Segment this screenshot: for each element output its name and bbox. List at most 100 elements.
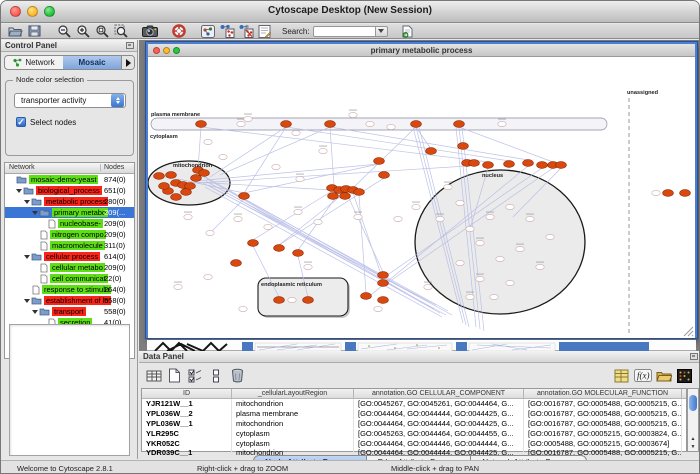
tree-node-count: 209(...	[104, 208, 125, 217]
destroy-network-view-icon[interactable]	[237, 24, 254, 38]
control-panel-title: Control Panel	[5, 41, 57, 50]
matrix-icon[interactable]	[675, 366, 694, 385]
select-nodes-checkbox[interactable]: ✓	[16, 117, 26, 127]
zoom-selected-icon[interactable]	[112, 24, 129, 38]
tree-row-macromolecule[interactable]: macromolecule311(0)	[5, 240, 134, 251]
network-canvas[interactable]: plasma membranecytoplasmmitochondrionnuc…	[148, 57, 695, 338]
column-header-cellularlayoutregion[interactable]: _cellularLayoutRegion	[232, 389, 354, 398]
table-row-ypl036w-1[interactable]: YPL036W__1mitochondrion[GO:0044464, GO:0…	[142, 419, 686, 429]
tab-overflow-button[interactable]	[121, 56, 134, 69]
minimized-windows-graphic	[147, 341, 696, 351]
delete-attribute-icon[interactable]	[228, 366, 247, 385]
open-session-icon[interactable]	[7, 24, 24, 38]
expand-arrow-icon[interactable]	[24, 299, 30, 303]
scrollbar-thumb[interactable]	[689, 395, 697, 411]
search-input[interactable]	[313, 26, 375, 37]
tree-row-metabolic-process[interactable]: metabolic process280(0)	[5, 196, 134, 207]
zoom-in-icon[interactable]	[74, 24, 91, 38]
float-data-panel-icon[interactable]	[690, 353, 698, 360]
tree-row-transport[interactable]: transport558(0)	[5, 306, 134, 317]
tree-label: nitrogen compo	[50, 230, 106, 239]
create-network-view-icon[interactable]	[218, 24, 235, 38]
table-row-yjr121w-1[interactable]: YJR121W__1mitochondrion[GO:0045267, GO:0…	[142, 399, 686, 409]
import-annotation-icon[interactable]	[399, 24, 416, 38]
float-panel-icon[interactable]	[126, 42, 134, 49]
table-row-ykr052c[interactable]: YKR052Ccytoplasm[GO:0044464, GO:0044446,…	[142, 438, 686, 448]
column-header-id[interactable]: ID	[142, 389, 232, 398]
table-row-ypl036w-2[interactable]: YPL036W__2plasma membrane[GO:0044464, GO…	[142, 409, 686, 419]
snapshot-icon[interactable]	[141, 24, 158, 38]
tree-row-cellular-process[interactable]: cellular process614(0)	[5, 251, 134, 262]
select-attributes-icon[interactable]	[186, 366, 205, 385]
column-header-annotation-go-molecular-function[interactable]: annotation.GO MOLECULAR_FUNCTION	[524, 389, 682, 398]
cell[interactable]: [GO:0045263, GO:0044464, GO:0044455, G..…	[354, 428, 524, 438]
help-icon[interactable]	[170, 24, 187, 38]
cell[interactable]: [GO:0044464, GO:0044446, GO:0044444, G..…	[354, 438, 524, 448]
cell[interactable]: [GO:0016787, GO:0005215, GO:0003824, G..…	[524, 428, 682, 438]
new-attribute-icon[interactable]	[165, 366, 184, 385]
cell[interactable]: mitochondrion	[232, 399, 354, 409]
tree-row-biological-process[interactable]: biological_process651(0)	[5, 185, 134, 196]
network-nodes-unselected[interactable]	[174, 109, 660, 311]
cell[interactable]: cytoplasm	[232, 428, 354, 438]
minimized-network-windows[interactable]	[147, 339, 696, 351]
cell[interactable]: [GO:0045267, GO:0045261, GO:0044464, G..…	[354, 399, 524, 409]
tab-network[interactable]: Network	[5, 56, 63, 69]
cell[interactable]: [GO:0005488, GO:0005215, GO:0003674]	[524, 438, 682, 448]
tab-mosaic[interactable]: Mosaic	[63, 56, 121, 69]
tree-col-network[interactable]: Network	[9, 164, 35, 171]
network-view-window[interactable]: primary metabolic process plasma membran…	[146, 42, 697, 338]
tree-row-nucleobase[interactable]: nucleobase-209(0)	[5, 218, 134, 229]
tree-node-count: 614(0)	[104, 252, 126, 261]
expand-arrow-icon[interactable]	[24, 255, 30, 259]
cell[interactable]: [GO:0016787, GO:0005488, GO:0005215, G..…	[524, 399, 682, 409]
cell[interactable]: mitochondrion	[232, 419, 354, 429]
formula-builder-icon[interactable]: f(x)	[633, 366, 652, 385]
attribute-wizard-icon[interactable]	[256, 24, 273, 38]
document-icon	[32, 285, 40, 295]
cell[interactable]: [GO:0044464, GO:0044444, GO:0044425, G..…	[354, 409, 524, 419]
cell[interactable]: YLR295C	[142, 428, 232, 438]
cell[interactable]: [GO:0044464, GO:0044444, GO:0044425, G..…	[354, 419, 524, 429]
tree-row-nitrogen-compo[interactable]: nitrogen compo209(0)	[5, 229, 134, 240]
graphics-details-icon[interactable]	[199, 24, 216, 38]
tree-row-cell-communicat[interactable]: cell communicat22(0)	[5, 273, 134, 284]
unselect-attributes-icon[interactable]	[207, 366, 226, 385]
tree-row-mosaic-demo-yeast[interactable]: mosaic-demo-yeast874(0)	[5, 174, 134, 185]
network-tab-icon	[13, 58, 22, 67]
scroll-up-icon[interactable]: ▲	[688, 435, 698, 443]
network-window-titlebar[interactable]: primary metabolic process	[148, 44, 695, 57]
cell[interactable]: YKR052C	[142, 438, 232, 448]
expand-arrow-icon[interactable]	[32, 211, 38, 215]
tree-row-primary-metabo[interactable]: primary metabo209(...	[5, 207, 134, 218]
attribute-batch-editor-icon[interactable]	[612, 366, 631, 385]
cell[interactable]: YJR121W__1	[142, 399, 232, 409]
tree-row-cellular-metabo[interactable]: cellular metabo209(0)	[5, 262, 134, 273]
tree-label: cell communicat	[50, 274, 108, 283]
birdseye-view[interactable]	[9, 324, 130, 456]
zoom-out-icon[interactable]	[55, 24, 72, 38]
scroll-down-icon[interactable]: ▼	[688, 443, 698, 451]
cell[interactable]: cytoplasm	[232, 438, 354, 448]
expand-arrow-icon[interactable]	[32, 310, 38, 314]
column-header-annotation-go-cellular-component[interactable]: annotation.GO CELLULAR_COMPONENT	[354, 389, 524, 398]
table-row-ylr295c[interactable]: YLR295Ccytoplasm[GO:0045263, GO:0044464,…	[142, 428, 686, 438]
cell[interactable]: plasma membrane	[232, 409, 354, 419]
import-attributes-icon[interactable]	[654, 366, 673, 385]
cell[interactable]: [GO:0016787, GO:0005488, GO:0005215, G..…	[524, 419, 682, 429]
tree-col-nodes[interactable]: Nodes	[100, 164, 124, 171]
save-session-icon[interactable]	[26, 24, 43, 38]
cell[interactable]: [GO:0016787, GO:0005488, GO:0005215, G..…	[524, 409, 682, 419]
expand-arrow-icon[interactable]	[16, 189, 22, 193]
control-panel-header: Control Panel	[1, 40, 137, 52]
tree-row-establishment-of-lo[interactable]: establishment of lo558(0)	[5, 295, 134, 306]
table-scrollbar[interactable]: ▲ ▼	[687, 388, 699, 452]
cell[interactable]: YPL036W__1	[142, 419, 232, 429]
tree-row-response-to-stimulu[interactable]: response to stimulu264(0)	[5, 284, 134, 295]
node-color-dropdown[interactable]: transporter activity	[14, 93, 126, 108]
show-columns-icon[interactable]	[144, 366, 163, 385]
zoom-fit-icon[interactable]	[93, 24, 110, 38]
expand-arrow-icon[interactable]	[24, 200, 30, 204]
search-dropdown-button[interactable]	[375, 26, 388, 37]
cell[interactable]: YPL036W__2	[142, 409, 232, 419]
